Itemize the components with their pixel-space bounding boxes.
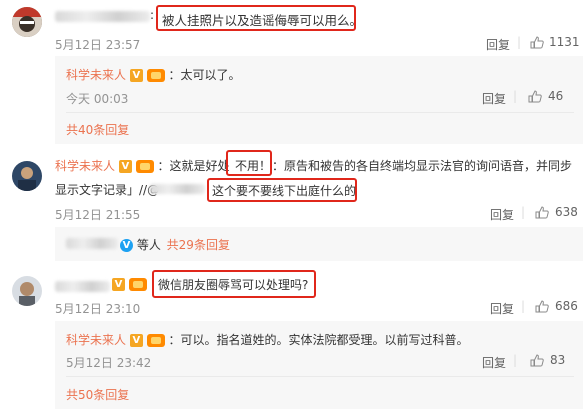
like-button[interactable]: 46 [528, 89, 563, 103]
avatar-image [12, 276, 42, 306]
reply-item: 科学未来人 V ：太可以了。 [66, 66, 241, 83]
reply-button[interactable]: 回复 [490, 300, 514, 317]
comment-text: 显示文字记录」//@ [55, 183, 160, 197]
rank-badge-icon [135, 160, 154, 173]
comment-text: 微信朋友圈辱骂可以处理吗? [158, 278, 309, 292]
verified-badge-icon: V [120, 239, 133, 252]
separator: | [517, 35, 522, 49]
reply-username[interactable]: 科学未来人 [66, 68, 126, 82]
thumbs-up-icon [530, 353, 544, 366]
user-badges: V [112, 277, 147, 291]
reply-text: ：太可以了。 [168, 68, 241, 82]
comment-time: 5月12日 21:55 [55, 208, 141, 222]
like-count: 686 [555, 299, 578, 313]
separator: | [513, 353, 518, 367]
separator: | [521, 299, 526, 313]
like-button[interactable]: 1131 [530, 35, 580, 49]
highlighted-text: 这个要不要线下出庭什么的 [212, 184, 357, 198]
comment-text: ：这就是好处 [157, 159, 230, 173]
avatar-image [12, 161, 42, 191]
like-button[interactable]: 83 [530, 353, 565, 367]
like-count: 46 [548, 89, 564, 103]
avatar-image [12, 7, 42, 37]
username-redacted[interactable] [55, 11, 150, 22]
separator: | [521, 205, 526, 219]
reply-username[interactable]: 科学未来人 [66, 333, 126, 347]
comment-line-1: 科学未来人 V ：这就是好处 [55, 157, 230, 174]
avatar[interactable] [12, 276, 42, 306]
reply-button[interactable]: 回复 [482, 90, 506, 107]
reply-summary: V 等人 共29条回复 [120, 236, 230, 253]
more-replies-link[interactable]: 共50条回复 [66, 386, 129, 403]
comment-text: ：原告和被告的各自终端均显示法官的询问语音，并同步 [272, 159, 573, 173]
separator: | [513, 89, 518, 103]
avatar[interactable] [12, 161, 42, 191]
reply-button[interactable]: 回复 [482, 354, 506, 371]
thumbs-up-icon [535, 205, 549, 218]
username-redacted[interactable] [55, 281, 110, 292]
like-button[interactable]: 686 [535, 299, 578, 313]
reply-time: 5月12日 23:42 [66, 356, 152, 370]
more-replies-link[interactable]: 共40条回复 [66, 121, 129, 138]
reply-item: 科学未来人 V ：可以。指名道姓的。实体法院都受理。以前写过科普。 [66, 331, 469, 348]
like-count: 1131 [549, 35, 580, 49]
verified-badge-icon: V [118, 160, 132, 173]
comment-time: 5月12日 23:10 [55, 302, 141, 316]
thumbs-up-icon [530, 35, 544, 48]
rank-badge-icon [128, 278, 147, 291]
divider [66, 376, 574, 377]
more-replies-link[interactable]: 共29条回复 [167, 238, 230, 252]
reply-button[interactable]: 回复 [486, 36, 510, 53]
highlighted-text: 不用！ [235, 159, 272, 173]
rank-badge-icon [146, 69, 165, 82]
rank-badge-icon [146, 334, 165, 347]
divider [66, 112, 574, 113]
comment-text: 被人挂照片以及造谣侮辱可以用么。 [162, 13, 363, 28]
reply-time: 今天 00:03 [66, 92, 129, 106]
like-count: 638 [555, 205, 578, 219]
like-count: 83 [550, 353, 566, 367]
verified-badge-icon: V [112, 278, 125, 291]
comment-username[interactable]: 科学未来人 [55, 159, 115, 173]
avatar[interactable] [12, 7, 42, 37]
like-button[interactable]: 638 [535, 205, 578, 219]
reply-button[interactable]: 回复 [490, 206, 514, 223]
thumbs-up-icon [535, 299, 549, 312]
reply-text: ：可以。指名道姓的。实体法院都受理。以前写过科普。 [168, 333, 469, 347]
username-redacted[interactable] [66, 238, 118, 249]
comment-line-2: 显示文字记录」//@ [55, 181, 159, 198]
mention-redacted[interactable] [150, 184, 205, 194]
summary-suffix: 等人 [136, 238, 161, 252]
comment-time: 5月12日 23:57 [55, 38, 141, 52]
verified-badge-icon: V [129, 334, 143, 347]
verified-badge-icon: V [129, 69, 143, 82]
thumbs-up-icon [528, 89, 542, 102]
